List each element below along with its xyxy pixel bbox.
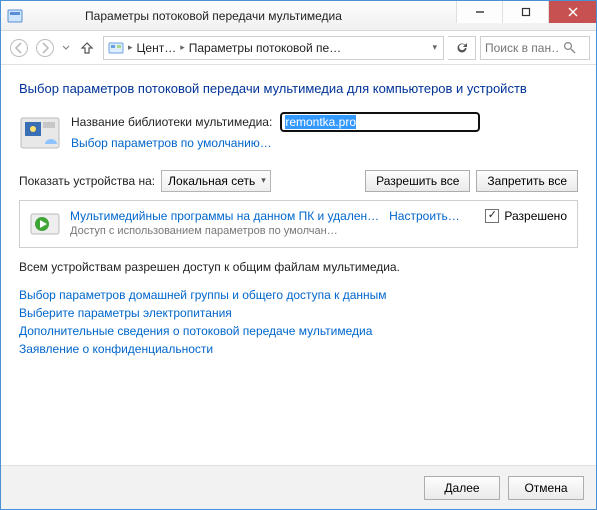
- search-box[interactable]: [480, 36, 590, 60]
- minimize-button[interactable]: [456, 1, 502, 23]
- footer: Далее Отмена: [1, 465, 596, 509]
- nav-forward-button[interactable]: [33, 36, 57, 60]
- chevron-right-icon: ▸: [128, 42, 133, 53]
- address-bar[interactable]: ▸ Цент… ▸ Параметры потоковой пе… ▾: [103, 36, 444, 60]
- allow-all-button[interactable]: Разрешить все: [365, 170, 470, 192]
- media-program-icon: [30, 209, 60, 239]
- control-panel-icon: [108, 40, 124, 56]
- default-settings-link[interactable]: Выбор параметров по умолчанию…: [71, 136, 272, 150]
- library-name-label: Название библиотеки мультимедиа:: [71, 115, 272, 129]
- breadcrumb[interactable]: Параметры потоковой пе…: [189, 41, 341, 55]
- breadcrumb[interactable]: Цент…: [137, 41, 177, 55]
- show-devices-label: Показать устройства на:: [19, 174, 155, 188]
- network-scope-select[interactable]: Локальная сеть ▾: [161, 170, 271, 192]
- nav-back-button[interactable]: [7, 36, 31, 60]
- next-button[interactable]: Далее: [424, 476, 500, 500]
- refresh-button[interactable]: [448, 36, 476, 60]
- library-name-input[interactable]: [280, 112, 480, 132]
- media-library-icon: [19, 112, 61, 154]
- nav-history-dropdown[interactable]: [59, 36, 73, 60]
- streaming-info-link[interactable]: Дополнительные сведения о потоковой пере…: [19, 324, 578, 338]
- footnote-text: Всем устройствам разрешен доступ к общим…: [19, 260, 578, 274]
- page-heading: Выбор параметров потоковой передачи муль…: [19, 81, 578, 98]
- maximize-button[interactable]: [502, 1, 548, 23]
- window-controls: [456, 1, 596, 30]
- nav-up-button[interactable]: [75, 36, 99, 60]
- device-subtext: Доступ с использованием параметров по ум…: [70, 225, 475, 237]
- power-options-link[interactable]: Выберите параметры электропитания: [19, 306, 578, 320]
- navbar: ▸ Цент… ▸ Параметры потоковой пе… ▾: [1, 31, 596, 65]
- chevron-right-icon: ▸: [180, 42, 185, 53]
- chevron-down-icon: ▾: [261, 175, 266, 186]
- titlebar: Параметры потоковой передачи мультимедиа: [1, 1, 596, 31]
- search-icon: [563, 41, 576, 54]
- block-all-button[interactable]: Запретить все: [476, 170, 578, 192]
- privacy-statement-link[interactable]: Заявление о конфиденциальности: [19, 342, 578, 356]
- search-input[interactable]: [485, 41, 559, 55]
- device-title-link[interactable]: Мультимедийные программы на данном ПК и …: [70, 209, 379, 223]
- device-status-label: Разрешено: [504, 209, 567, 223]
- content: Выбор параметров потоковой передачи муль…: [1, 65, 596, 465]
- device-allowed-checkbox[interactable]: [485, 209, 499, 223]
- homegroup-sharing-link[interactable]: Выбор параметров домашней группы и общег…: [19, 288, 578, 302]
- cancel-button[interactable]: Отмена: [508, 476, 584, 500]
- device-configure-link[interactable]: Настроить…: [389, 209, 460, 223]
- select-value: Локальная сеть: [168, 174, 255, 188]
- close-button[interactable]: [548, 1, 596, 23]
- window-title: Параметры потоковой передачи мультимедиа: [0, 9, 456, 23]
- device-row: Мультимедийные программы на данном ПК и …: [19, 200, 578, 248]
- chevron-down-icon[interactable]: ▾: [432, 42, 437, 53]
